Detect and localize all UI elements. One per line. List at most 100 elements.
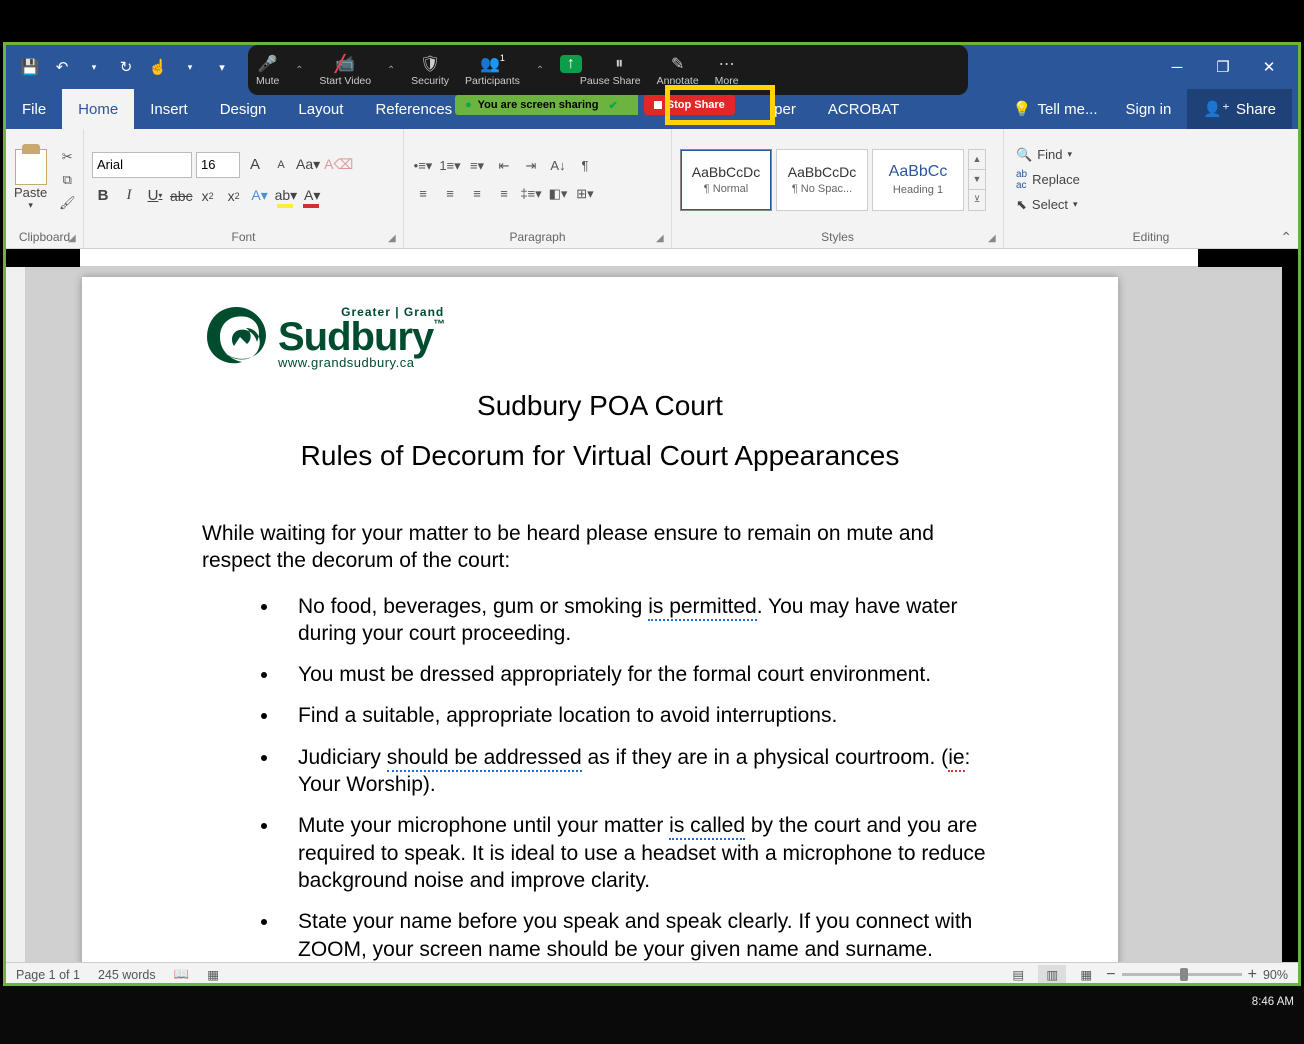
bullets-button[interactable]: •≡▾ xyxy=(412,155,434,177)
style-normal[interactable]: AaBbCcDc ¶ Normal xyxy=(680,149,772,211)
text-effects-button[interactable]: A▾ xyxy=(249,184,271,208)
minimize-button[interactable]: ─ xyxy=(1154,45,1200,89)
font-color-button[interactable]: A▾ xyxy=(301,184,323,208)
touch-mode-icon[interactable]: ☝ xyxy=(144,53,172,81)
tab-design[interactable]: Design xyxy=(204,89,283,129)
pencil-icon: ✎ xyxy=(671,53,684,75)
read-mode-button[interactable]: ▤ xyxy=(1004,965,1032,985)
align-right-button[interactable]: ≡ xyxy=(466,183,488,205)
font-name-input[interactable] xyxy=(92,152,192,178)
stop-share-button[interactable]: Stop Share xyxy=(644,95,735,115)
zoom-more-button[interactable]: ⋯ More xyxy=(707,45,747,95)
system-clock[interactable]: 8:46 AM xyxy=(1252,996,1294,1008)
line-spacing-button[interactable]: ‡≡▾ xyxy=(520,183,542,205)
shrink-font-button[interactable]: A xyxy=(270,153,292,177)
styles-expand[interactable]: ⊻ xyxy=(969,190,985,210)
justify-button[interactable]: ≡ xyxy=(493,183,515,205)
zoom-slider[interactable] xyxy=(1122,973,1242,976)
tab-file[interactable]: File xyxy=(6,89,62,129)
sign-in-button[interactable]: Sign in xyxy=(1109,89,1187,129)
highlight-button[interactable]: ab▾ xyxy=(275,184,298,208)
tab-acrobat[interactable]: ACROBAT xyxy=(812,89,915,129)
tab-insert[interactable]: Insert xyxy=(134,89,204,129)
redo-icon[interactable]: ↻ xyxy=(112,53,140,81)
zoom-video-button[interactable]: 📹╱ Start Video xyxy=(311,45,379,95)
style-no-spacing[interactable]: AaBbCcDc ¶ No Spac... xyxy=(776,149,868,211)
undo-icon[interactable]: ↶ xyxy=(48,53,76,81)
cut-button[interactable]: ✂ xyxy=(57,147,77,167)
zoom-level[interactable]: 90% xyxy=(1263,968,1288,982)
format-painter-button[interactable]: 🖌 xyxy=(57,193,77,213)
clear-formatting-button[interactable]: A⌫ xyxy=(324,153,353,177)
tell-me-search[interactable]: 💡 Tell me... xyxy=(1001,100,1110,118)
tab-layout[interactable]: Layout xyxy=(282,89,359,129)
numbering-button[interactable]: 1≡▾ xyxy=(439,155,461,177)
styles-scroll-up[interactable]: ▲ xyxy=(969,150,985,170)
zoom-annotate-button[interactable]: ✎ Annotate xyxy=(649,45,707,95)
qat-customize[interactable]: ▾ xyxy=(208,53,236,81)
cursor-icon: ⬉ xyxy=(1016,197,1027,213)
styles-dialog-launcher[interactable]: ◢ xyxy=(988,233,1000,245)
participants-caret[interactable]: ⌃ xyxy=(528,65,552,76)
font-size-input[interactable] xyxy=(196,152,240,178)
paste-button[interactable]: Paste ▾ xyxy=(14,149,47,211)
word-count[interactable]: 245 words xyxy=(98,968,156,982)
zoom-new-share-button[interactable]: ↑ xyxy=(552,45,590,95)
replace-button[interactable]: abacReplace xyxy=(1012,167,1084,193)
strikethrough-button[interactable]: abc xyxy=(170,184,193,208)
lightbulb-icon: 💡 xyxy=(1013,100,1032,118)
zoom-participants-button[interactable]: 👥1 Participants xyxy=(457,45,528,95)
shading-button[interactable]: ◧▾ xyxy=(547,183,569,205)
sort-button[interactable]: A↓ xyxy=(547,155,569,177)
zoom-security-button[interactable]: 🛡 Security xyxy=(403,45,457,95)
document-page[interactable]: Greater | Grand Sudbury™ www.grandsudbur… xyxy=(82,277,1118,962)
increase-indent-button[interactable]: ⇥ xyxy=(520,155,542,177)
align-center-button[interactable]: ≡ xyxy=(439,183,461,205)
page-indicator[interactable]: Page 1 of 1 xyxy=(16,968,80,982)
multilevel-list-button[interactable]: ≡▾ xyxy=(466,155,488,177)
restore-button[interactable]: ❐ xyxy=(1200,45,1246,89)
document-viewport[interactable]: Greater | Grand Sudbury™ www.grandsudbur… xyxy=(26,267,1282,962)
copy-button[interactable]: ⧉ xyxy=(57,170,77,190)
show-marks-button[interactable]: ¶ xyxy=(574,155,596,177)
print-layout-button[interactable]: ▥ xyxy=(1038,965,1066,985)
clipboard-dialog-launcher[interactable]: ◢ xyxy=(68,233,80,245)
share-button[interactable]: 👤⁺ Share xyxy=(1187,89,1292,129)
paragraph-dialog-launcher[interactable]: ◢ xyxy=(656,233,668,245)
web-layout-button[interactable]: ▦ xyxy=(1072,965,1100,985)
select-button[interactable]: ⬉Select▾ xyxy=(1012,195,1084,215)
video-options-caret[interactable]: ⌃ xyxy=(379,65,403,76)
macro-status-icon[interactable]: ▦ xyxy=(207,967,219,982)
grow-font-button[interactable]: A xyxy=(244,153,266,177)
font-dialog-launcher[interactable]: ◢ xyxy=(388,233,400,245)
close-button[interactable]: ✕ xyxy=(1246,45,1292,89)
collapse-ribbon-button[interactable]: ⌃ xyxy=(1280,229,1292,246)
borders-button[interactable]: ⊞▾ xyxy=(574,183,596,205)
underline-button[interactable]: U▾ xyxy=(144,184,166,208)
windows-taskbar[interactable]: 8:46 AM xyxy=(0,986,1304,1044)
horizontal-ruler[interactable] xyxy=(80,249,1198,267)
bold-button[interactable]: B xyxy=(92,184,114,208)
styles-scroll-down[interactable]: ▼ xyxy=(969,170,985,190)
mute-options-caret[interactable]: ⌃ xyxy=(287,65,311,76)
save-icon[interactable]: 💾 xyxy=(16,53,44,81)
zoom-in-button[interactable]: + xyxy=(1248,966,1257,984)
touch-caret[interactable]: ▾ xyxy=(176,53,204,81)
decrease-indent-button[interactable]: ⇤ xyxy=(493,155,515,177)
zoom-pause-share-button[interactable]: ⏸ Pause Share xyxy=(590,45,649,95)
superscript-button[interactable]: x2 xyxy=(223,184,245,208)
spelling-status-icon[interactable]: 📖 xyxy=(174,967,190,982)
undo-caret[interactable]: ▾ xyxy=(80,53,108,81)
style-heading-1[interactable]: AaBbCc Heading 1 xyxy=(872,149,964,211)
zoom-mute-button[interactable]: 🎤 Mute xyxy=(248,45,287,95)
vertical-ruler[interactable] xyxy=(6,267,26,962)
tab-developer-partial[interactable]: per xyxy=(758,89,812,129)
find-button[interactable]: 🔍Find▾ xyxy=(1012,145,1084,165)
tab-home[interactable]: Home xyxy=(62,89,134,129)
change-case-button[interactable]: Aa▾ xyxy=(296,153,320,177)
tab-references[interactable]: References xyxy=(359,89,468,129)
italic-button[interactable]: I xyxy=(118,184,140,208)
align-left-button[interactable]: ≡ xyxy=(412,183,434,205)
zoom-out-button[interactable]: − xyxy=(1106,966,1115,984)
subscript-button[interactable]: x2 xyxy=(197,184,219,208)
